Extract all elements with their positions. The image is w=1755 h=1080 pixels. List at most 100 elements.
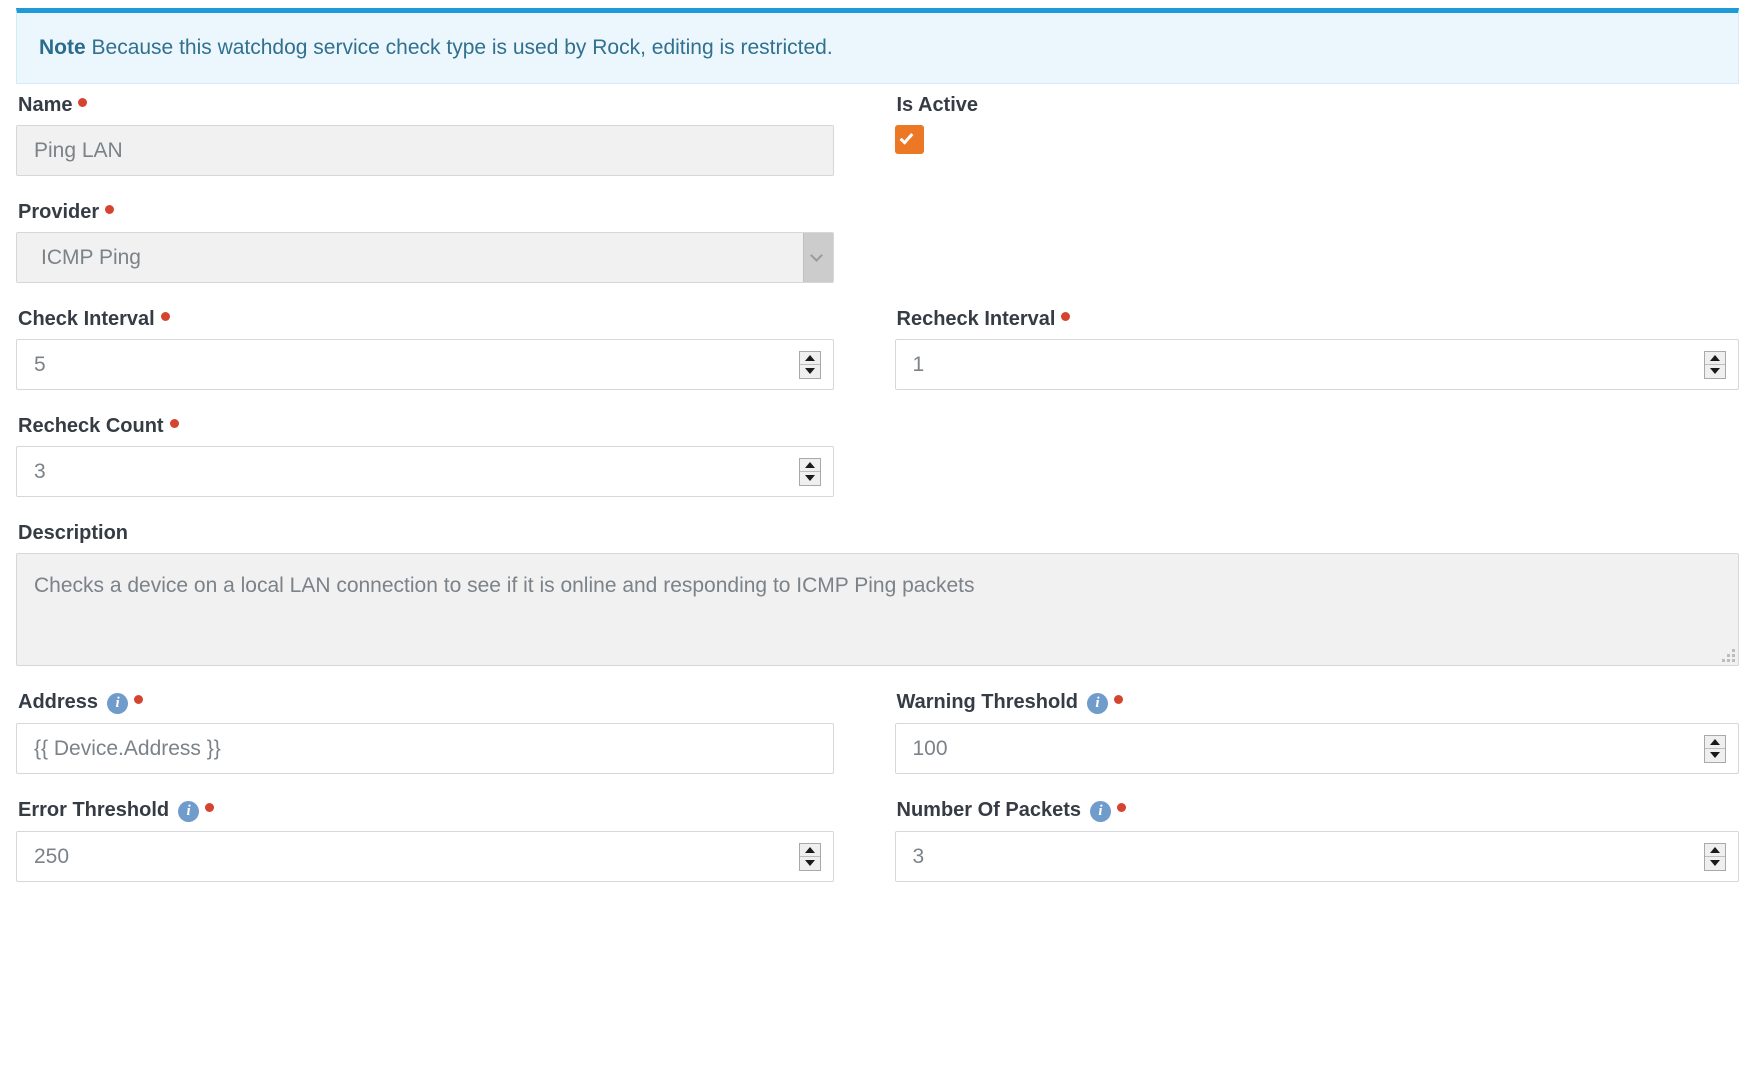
form-col-is-active: Is Active [878,84,1740,191]
provider-label-text: Provider [18,201,100,224]
form-row-intervals: Check Interval Recheck Interval [16,298,1739,405]
is-active-checkbox[interactable] [894,125,924,155]
required-indicator-icon [169,419,179,429]
warning-threshold-input[interactable] [894,723,1739,775]
triangle-up-icon [1710,738,1720,745]
number-of-packets-input[interactable] [894,831,1739,883]
triangle-down-icon [1710,752,1720,759]
provider-dropdown-arrow[interactable] [802,233,833,283]
alert-message: Because this watchdog service check type… [85,36,833,59]
name-input[interactable] [16,125,834,177]
field-group-address: Address i [16,691,834,775]
recheck-interval-label-text: Recheck Interval [896,308,1056,331]
info-icon[interactable]: i [178,801,200,823]
form-row-recheck-count: Recheck Count [16,405,1739,512]
recheck-interval-input-wrap [894,339,1739,391]
address-label-text: Address [18,691,99,714]
description-textarea-wrap: Checks a device on a local LAN connectio… [16,553,1739,667]
info-icon[interactable]: i [1090,801,1112,823]
spinner-up-button[interactable] [1705,844,1725,857]
triangle-up-icon [804,461,815,468]
spinner-down-button[interactable] [800,472,820,485]
number-of-packets-spinner[interactable] [1704,842,1726,871]
form-col-address: Address i [16,681,878,789]
form-row-provider: Provider ICMP Ping [16,191,1739,298]
is-active-label-text: Is Active [896,94,979,117]
provider-label: Provider [18,201,834,223]
triangle-up-icon [804,846,815,853]
check-interval-input[interactable] [16,339,834,391]
restricted-editing-alert: Note Because this watchdog service check… [16,8,1739,85]
triangle-down-icon [804,475,815,482]
spinner-down-button[interactable] [1705,749,1725,762]
spinner-up-button[interactable] [799,352,820,365]
check-interval-label-text: Check Interval [18,308,155,331]
info-icon[interactable]: i [1086,693,1108,715]
form-row-description: Description Checks a device on a local L… [16,512,1739,681]
warning-threshold-input-wrap [894,723,1739,775]
spinner-up-button[interactable] [1705,736,1725,749]
alert-strong-label: Note [39,36,86,59]
triangle-up-icon [1710,846,1720,853]
service-check-type-form: Note Because this watchdog service check… [0,8,1755,897]
check-interval-label: Check Interval [18,308,834,330]
spinner-down-button[interactable] [1705,365,1725,378]
error-threshold-label-text: Error Threshold [18,799,170,822]
spinner-down-button[interactable] [1705,857,1725,870]
recheck-interval-spinner[interactable] [1704,350,1726,379]
info-icon[interactable]: i [107,693,129,715]
triangle-down-icon [1710,368,1720,375]
triangle-down-icon [804,860,815,867]
field-group-provider: Provider ICMP Ping [16,201,834,284]
spinner-down-button[interactable] [800,365,820,378]
field-group-check-interval: Check Interval [16,308,834,391]
resize-grip-icon[interactable] [1721,648,1735,663]
field-group-recheck-count: Recheck Count [16,415,834,498]
check-interval-spinner[interactable] [798,350,821,379]
triangle-up-icon [1710,354,1720,361]
check-icon [899,130,913,145]
provider-select[interactable]: ICMP Ping [16,232,834,284]
provider-selected-value: ICMP Ping [41,246,141,270]
recheck-count-input-wrap [16,446,834,498]
address-label: Address i [18,691,834,715]
spinner-down-button[interactable] [800,857,820,870]
spinner-up-button[interactable] [799,844,820,857]
number-of-packets-label-text: Number Of Packets [896,799,1082,822]
triangle-up-icon [804,354,815,361]
number-of-packets-label: Number Of Packets i [896,799,1740,823]
chevron-down-icon [810,248,823,262]
required-indicator-icon [1117,803,1127,813]
error-threshold-input-wrap [16,831,834,883]
required-indicator-icon [205,803,215,813]
is-active-label: Is Active [897,94,1740,116]
form-row-thresholds: Error Threshold i Number Of Packets i [16,789,1739,897]
form-col-recheck-interval: Recheck Interval [878,298,1740,405]
spinner-up-button[interactable] [1705,352,1725,365]
required-indicator-icon [134,695,144,705]
form-col-recheck-count: Recheck Count [16,405,878,512]
recheck-count-input[interactable] [16,446,834,498]
address-input-wrap [16,723,834,775]
recheck-interval-label: Recheck Interval [897,308,1740,330]
spinner-up-button[interactable] [799,459,820,472]
recheck-count-spinner[interactable] [798,457,821,486]
field-group-warning-threshold: Warning Threshold i [894,691,1739,775]
required-indicator-icon [1113,695,1123,705]
warning-threshold-spinner[interactable] [1704,734,1726,763]
address-input[interactable] [16,723,834,775]
error-threshold-input[interactable] [16,831,834,883]
form-col-warning-threshold: Warning Threshold i [878,681,1739,789]
recheck-interval-input[interactable] [894,339,1739,391]
form-col-error-threshold: Error Threshold i [16,789,878,897]
warning-threshold-label-text: Warning Threshold [896,691,1078,714]
error-threshold-label: Error Threshold i [18,799,834,823]
field-group-is-active: Is Active [894,94,1740,155]
name-input-wrap [16,125,834,177]
check-interval-input-wrap [16,339,834,391]
form-col-number-of-packets: Number Of Packets i [878,789,1740,897]
error-threshold-spinner[interactable] [798,842,821,871]
description-label-text: Description [18,522,129,545]
form-col-provider: Provider ICMP Ping [16,191,878,298]
description-textarea[interactable]: Checks a device on a local LAN connectio… [16,553,1739,667]
